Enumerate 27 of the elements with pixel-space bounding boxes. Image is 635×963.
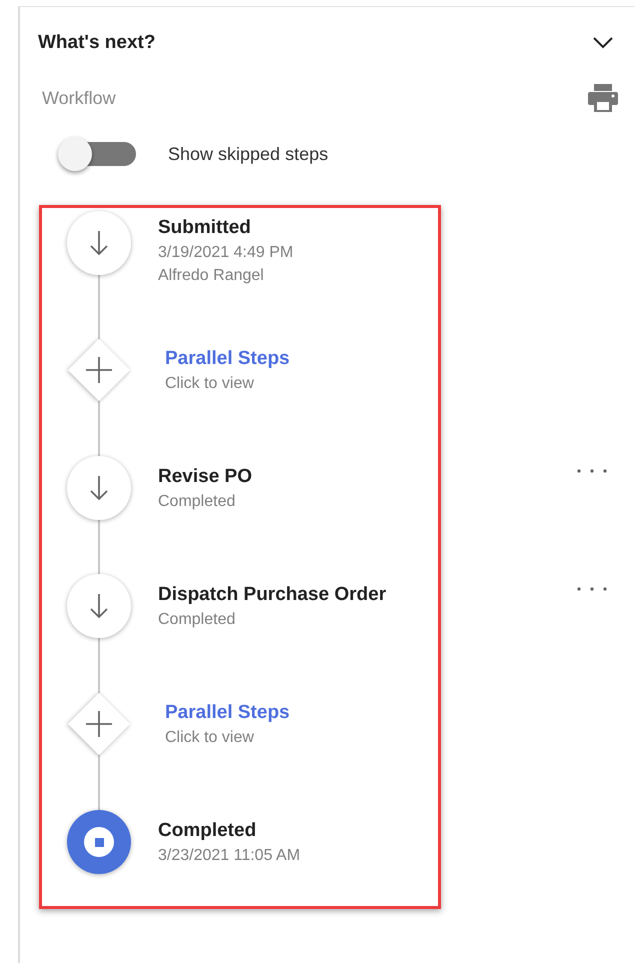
panel-title: What's next?: [38, 32, 156, 54]
step-detail: 3/23/2021 11:05 AM: [158, 846, 302, 864]
print-icon[interactable]: [587, 84, 619, 112]
arrow-down-icon: [89, 230, 109, 256]
step-title: Completed: [158, 820, 258, 842]
end-node: [67, 810, 131, 874]
step-detail: 3/19/2021 4:49 PM: [158, 244, 294, 262]
step-detail: Completed: [158, 610, 236, 628]
more-icon[interactable]: [577, 587, 607, 591]
toggle-label: Show skipped steps: [168, 144, 328, 164]
step-detail: Click to view: [165, 728, 255, 746]
step-detail: Click to view: [165, 374, 255, 392]
parallel-steps-link[interactable]: Parallel Steps: [165, 348, 627, 370]
section-label: Workflow: [42, 88, 116, 108]
arrow-down-icon: [89, 475, 109, 501]
step-detail: Alfredo Rangel: [158, 267, 265, 285]
toggle-switch[interactable]: [58, 139, 138, 169]
step-detail: Completed: [158, 492, 236, 510]
more-icon[interactable]: [577, 469, 607, 473]
step-title: Revise PO: [158, 466, 253, 488]
step-title: Dispatch Purchase Order: [158, 584, 388, 606]
parallel-steps-link[interactable]: Parallel Steps: [165, 702, 627, 724]
plus-icon: [86, 357, 112, 383]
step-title: Submitted: [158, 217, 252, 239]
chevron-icon[interactable]: [593, 37, 613, 49]
plus-icon: [86, 711, 112, 737]
arrow-down-icon: [89, 593, 109, 619]
